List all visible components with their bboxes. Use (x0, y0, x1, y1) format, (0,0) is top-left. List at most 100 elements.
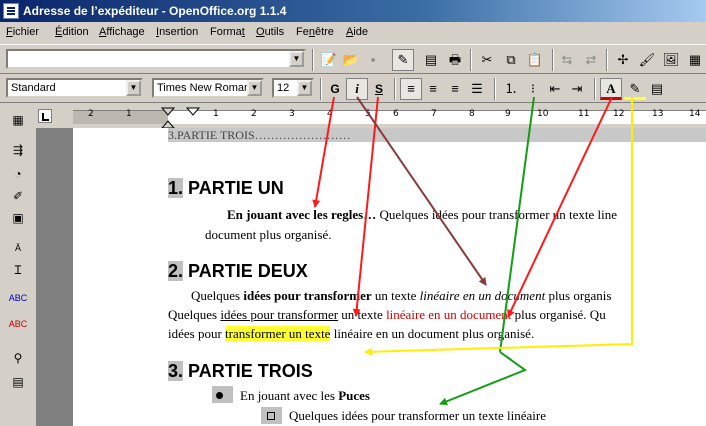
bullet-item-1[interactable]: En jouant avec les Puces (240, 388, 370, 404)
indent-marker[interactable] (160, 106, 176, 130)
ruler-tick: 1 (213, 109, 219, 119)
bullets-icon[interactable]: ⁝ (522, 78, 544, 100)
menu-aide[interactable]: Aide (346, 26, 368, 38)
gallery-icon[interactable]: 🖼 (660, 49, 682, 71)
binoculars-icon[interactable]: ⚲ (8, 348, 28, 368)
paragraph-style-combo[interactable]: Standard ▼ (6, 78, 143, 98)
ruler-tick: 13 (652, 109, 664, 119)
ruler-tick: 2 (88, 109, 94, 119)
separator (320, 78, 322, 100)
document-area[interactable]: 3.PARTIE TROIS…………………… 1. PARTIE UN En j… (36, 128, 706, 426)
italic-button[interactable]: i (346, 78, 368, 100)
paragraph-4[interactable]: idées pour transformer un texte linéaire… (168, 326, 534, 342)
heading-2[interactable]: 2. PARTIE DEUX (168, 261, 308, 282)
draw-functions-icon[interactable]: ◔ (8, 164, 28, 184)
highlighting-icon[interactable]: ✎ (624, 78, 646, 100)
ruler-tick: 6 (393, 109, 399, 119)
numbering-icon[interactable]: ⒈ (500, 78, 522, 100)
paragraph-1[interactable]: En jouant avec les regles… Quelques idée… (227, 207, 617, 223)
navigator-icon[interactable]: ✢ (612, 49, 634, 71)
tab-stop-selector[interactable] (38, 109, 52, 123)
increase-indent-icon[interactable]: ⇥ (566, 78, 588, 100)
ruler-tick: 5 (365, 109, 371, 119)
menu-edition[interactable]: Édition (55, 26, 89, 38)
ruler-tick: 2 (251, 109, 257, 119)
save-icon[interactable]: ▪ (362, 49, 384, 71)
ruler-tick: 10 (537, 109, 549, 119)
open-folder-icon[interactable]: 📂 (340, 49, 362, 71)
menu-format[interactable]: Format (210, 26, 245, 38)
print-direct-icon[interactable]: ▤ (420, 49, 442, 71)
spellcheck-icon[interactable]: ABC (8, 288, 28, 308)
font-color-icon[interactable]: A (600, 78, 622, 100)
document-icon (3, 3, 19, 19)
copy-icon[interactable]: ⧉ (500, 49, 522, 71)
align-center-icon[interactable]: ≡ (422, 78, 444, 100)
chevron-down-icon[interactable]: ▼ (289, 51, 304, 67)
data-sources-icon[interactable]: ▦ (684, 49, 706, 71)
page[interactable]: 3.PARTIE TROIS…………………… 1. PARTIE UN En j… (73, 128, 706, 426)
separator (606, 49, 608, 71)
menu-fichier[interactable]: Fichier (6, 26, 39, 38)
title-bar: Adresse de l’expéditeur - OpenOffice.org… (0, 0, 706, 22)
bullet-square-icon (267, 412, 275, 420)
chevron-down-icon[interactable]: ▼ (297, 80, 312, 96)
data-sources-icon[interactable]: ▤ (8, 372, 28, 392)
cut-icon[interactable]: ✂ (476, 49, 498, 71)
separator (594, 78, 596, 100)
function-toolbar: ▼ 📝 📂 ▪ ✎ ▤ 🖶 ✂ ⧉ 📋 ⇆ ⇄ ✢ 🖌 🖼 ▦ (0, 44, 706, 74)
bullet-dot-icon (216, 392, 223, 399)
font-size-combo[interactable]: 12 ▼ (272, 78, 314, 98)
align-right-icon[interactable]: ≡ (444, 78, 466, 100)
ruler-tick: 8 (469, 109, 475, 119)
form-functions-icon[interactable]: ▣ (8, 208, 28, 228)
first-line-indent-marker[interactable] (185, 106, 201, 118)
menu-fenetre[interactable]: Fenêtre (296, 26, 334, 38)
window-title: Adresse de l’expéditeur - OpenOffice.org… (23, 4, 287, 18)
decrease-indent-icon[interactable]: ⇤ (544, 78, 566, 100)
separator (470, 49, 472, 71)
align-left-icon[interactable]: ≡ (400, 78, 422, 100)
separator (494, 78, 496, 100)
separator (394, 78, 396, 100)
ruler-tick: 14 (689, 109, 701, 119)
url-combo[interactable]: ▼ (6, 49, 306, 69)
edit-mode-icon[interactable]: ✎ (392, 49, 414, 71)
chevron-down-icon[interactable]: ▼ (247, 80, 262, 96)
menu-affichage[interactable]: Affichage (99, 26, 145, 38)
underline-button[interactable]: S (368, 78, 390, 100)
ruler-tick: 7 (431, 109, 437, 119)
paste-icon[interactable]: 📋 (524, 49, 546, 71)
font-name-combo[interactable]: Times New Roman ▼ (152, 78, 264, 98)
chevron-down-icon[interactable]: ▼ (126, 80, 141, 96)
bold-button[interactable]: G (324, 78, 346, 100)
ruler-tick: 3 (289, 109, 295, 119)
menu-bar: Fichier Édition Affichage Insertion Form… (0, 22, 706, 42)
align-justify-icon[interactable]: ☰ (466, 78, 488, 100)
bullet-item-2[interactable]: Quelques idées pour transformer un texte… (289, 408, 546, 424)
undo-icon[interactable]: ⇆ (556, 49, 578, 71)
find-replace-icon[interactable]: Ā (8, 238, 28, 258)
paragraph-background-icon[interactable]: ▤ (646, 78, 668, 100)
format-toolbar: Standard ▼ Times New Roman ▼ 12 ▼ G i S … (0, 75, 706, 103)
horizontal-ruler: 2 1 1 2 3 4 5 6 7 8 9 10 11 12 13 14 (0, 104, 706, 130)
edit-file-icon[interactable]: 📝 (318, 49, 340, 71)
menu-outils[interactable]: Outils (256, 26, 284, 38)
insert-fields-icon[interactable]: ⇶ (8, 140, 28, 160)
heading-1[interactable]: 1. PARTIE UN (168, 178, 284, 199)
insert-table-icon[interactable]: ▦ (8, 110, 28, 130)
text-cursor-icon[interactable]: Ɪ (8, 260, 28, 280)
edit-autotext-icon[interactable]: ✐ (8, 186, 28, 206)
autospellcheck-icon[interactable]: ABC (8, 314, 28, 334)
separator (312, 49, 314, 71)
ruler-tick: 11 (578, 109, 590, 119)
main-toolbar: ▦ ⇶ ◔ ✐ ▣ Ā Ɪ ABC ABC ⚲ ▤ (0, 104, 36, 426)
paragraph-1-line-2[interactable]: document plus organisé. (205, 227, 332, 243)
redo-icon[interactable]: ⇄ (580, 49, 602, 71)
printer-icon[interactable]: 🖶 (444, 49, 466, 71)
paragraph-2[interactable]: Quelques idées pour transformer un texte… (191, 288, 611, 304)
stylist-icon[interactable]: 🖌 (636, 49, 658, 71)
paragraph-3[interactable]: Quelques idées pour transformer un texte… (168, 307, 606, 323)
heading-3[interactable]: 3. PARTIE TROIS (168, 361, 313, 382)
menu-insertion[interactable]: Insertion (156, 26, 198, 38)
